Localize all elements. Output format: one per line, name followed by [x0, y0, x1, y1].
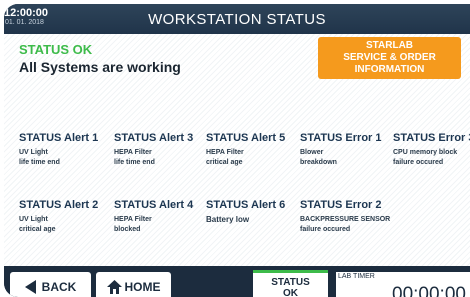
- alert-detail: HEPA Filter: [114, 216, 152, 223]
- status-tab-line-1: STATUS: [271, 277, 310, 288]
- alert-detail: failure occured: [393, 159, 444, 166]
- starlab-button-line-1: STARLAB: [365, 40, 414, 51]
- alert-title: STATUS Alert 2: [19, 199, 99, 211]
- alert-title: STATUS Alert 4: [114, 199, 194, 211]
- alert-detail: Blower: [300, 149, 324, 156]
- alert-title: STATUS Alert 6: [206, 199, 286, 211]
- alert-detail: HEPA Filter: [206, 149, 244, 156]
- status-alert-1: STATUS Alert 1 UV Light life time end: [19, 132, 111, 168]
- starlab-button-line-3: INFORMATION: [354, 64, 425, 75]
- status-alert-3: STATUS Alert 3 HEPA Filter life time end: [114, 132, 206, 168]
- workstation-screen: 12:00:00 01. 01. 2018 WORKSTATION STATUS…: [4, 4, 470, 297]
- lab-timer-value: 00:00:00: [392, 284, 466, 297]
- home-button-label: HOME: [124, 280, 161, 294]
- alert-detail: life time end: [114, 159, 155, 166]
- status-message: All Systems are working: [19, 59, 181, 75]
- alert-detail: critical age: [206, 159, 243, 166]
- alert-detail: Battery low: [206, 215, 250, 224]
- alert-detail: HEPA Filter: [114, 149, 152, 156]
- home-icon: [106, 280, 122, 294]
- bottom-nav-bar: BACK HOME STATUS OK LAB TIMER 00:00:00: [4, 266, 470, 297]
- starlab-service-button[interactable]: STARLAB SERVICE & ORDER INFORMATION: [318, 37, 461, 79]
- alert-title: STATUS Error 3: [393, 132, 470, 144]
- status-tab[interactable]: STATUS OK: [253, 270, 328, 297]
- alert-detail: UV Light: [19, 149, 48, 156]
- status-error-2: STATUS Error 2 BACKPRESSURE SENSOR failu…: [300, 199, 392, 235]
- alert-detail: UV Light: [19, 216, 48, 223]
- status-tab-line-2: OK: [283, 288, 298, 297]
- lab-timer[interactable]: LAB TIMER 00:00:00: [336, 272, 470, 297]
- home-button[interactable]: HOME: [96, 272, 171, 297]
- top-bar: 12:00:00 01. 01. 2018 WORKSTATION STATUS: [4, 4, 470, 34]
- status-error-1: STATUS Error 1 Blower breakdown: [300, 132, 392, 168]
- back-button-label: BACK: [41, 280, 77, 294]
- status-alert-6: STATUS Alert 6 Battery low: [206, 199, 298, 225]
- alert-detail: BACKPRESSURE SENSOR: [300, 216, 391, 223]
- status-ok-label: STATUS OK: [19, 42, 93, 57]
- alert-detail: critical age: [19, 226, 56, 233]
- lab-timer-label: LAB TIMER: [338, 273, 375, 280]
- status-alert-4: STATUS Alert 4 HEPA Filter blocked: [114, 199, 206, 235]
- alert-detail: failure occured: [300, 226, 351, 233]
- alert-title: STATUS Error 2: [300, 199, 382, 211]
- alert-title: STATUS Alert 5: [206, 132, 286, 144]
- alert-title: STATUS Error 1: [300, 132, 382, 144]
- back-button[interactable]: BACK: [10, 272, 91, 297]
- status-alert-5: STATUS Alert 5 HEPA Filter critical age: [206, 132, 298, 168]
- starlab-button-line-2: SERVICE & ORDER: [343, 52, 436, 63]
- alert-detail: breakdown: [300, 159, 337, 166]
- alert-detail: life time end: [19, 159, 60, 166]
- page-title: WORKSTATION STATUS: [148, 11, 326, 28]
- alert-detail: blocked: [114, 226, 141, 233]
- alert-title: STATUS Alert 3: [114, 132, 194, 144]
- alert-detail: CPU memory block: [393, 149, 458, 156]
- back-arrow-icon: [24, 280, 36, 294]
- status-error-3: STATUS Error 3 CPU memory block failure …: [393, 132, 470, 168]
- status-alert-2: STATUS Alert 2 UV Light critical age: [19, 199, 111, 235]
- alert-title: STATUS Alert 1: [19, 132, 99, 144]
